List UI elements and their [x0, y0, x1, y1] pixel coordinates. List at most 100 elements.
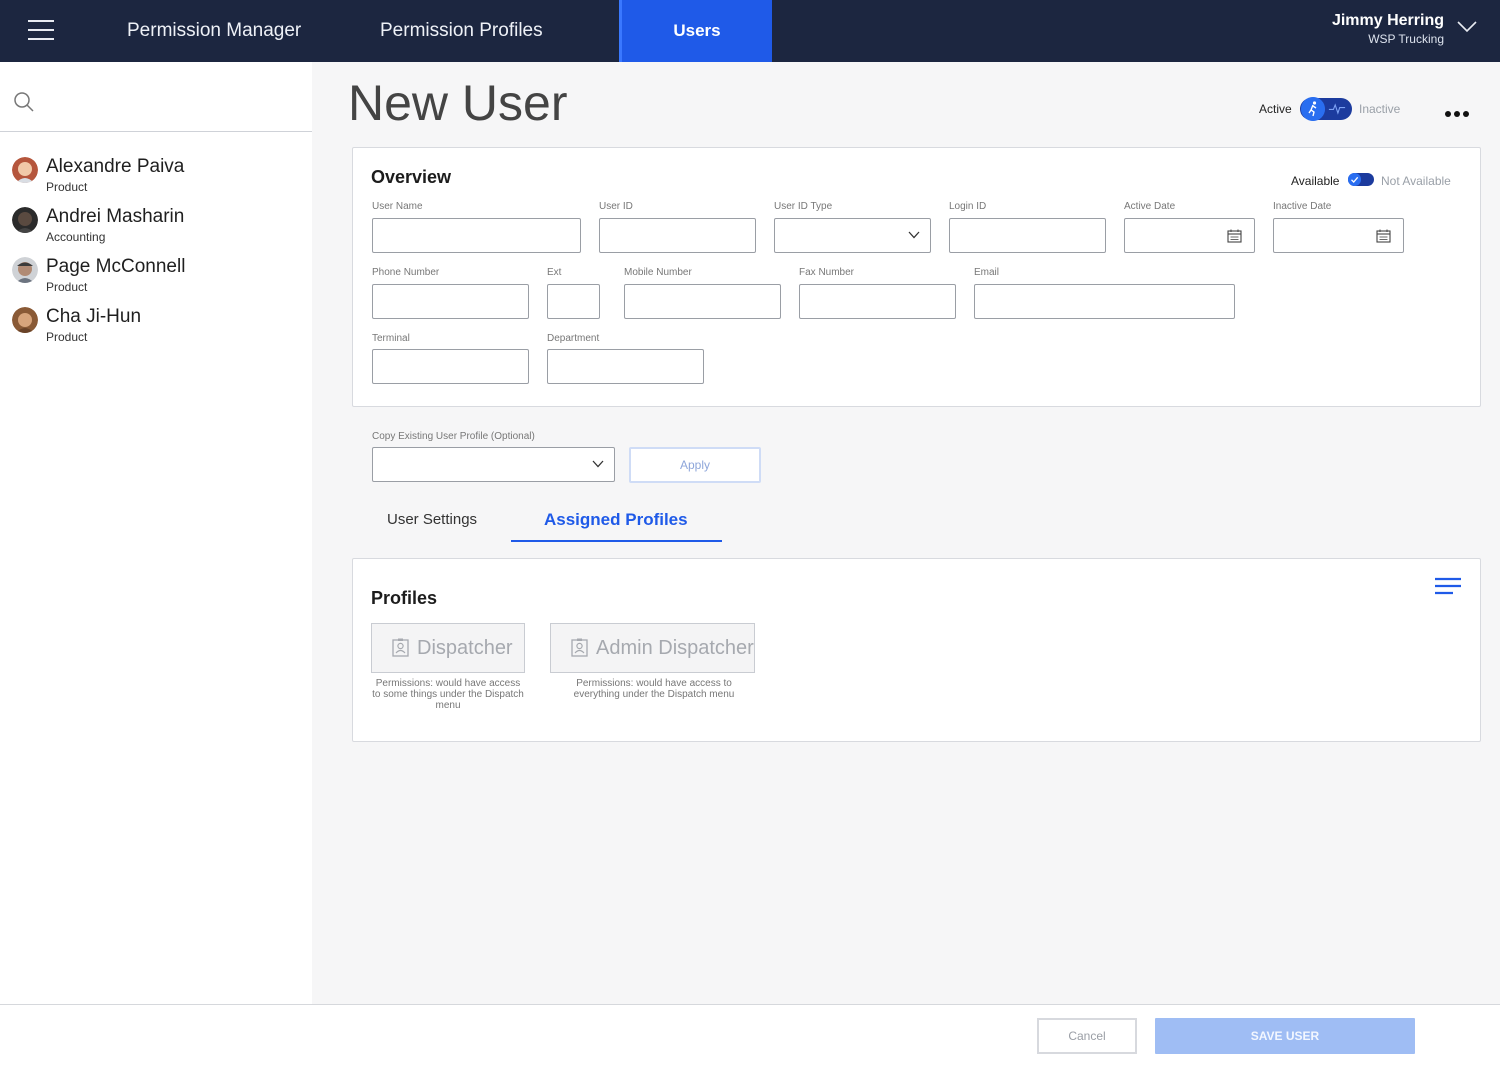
cancel-button[interactable]: Cancel	[1037, 1018, 1137, 1054]
tab-user-settings[interactable]: User Settings	[387, 511, 477, 528]
available-label: Available	[1291, 174, 1340, 188]
terminal-field[interactable]	[372, 349, 529, 384]
user-id-input[interactable]	[600, 219, 755, 252]
profile-chip-dispatcher[interactable]: Dispatcher	[371, 623, 525, 673]
list-item[interactable]: Page McConnell Product	[0, 254, 312, 304]
list-item[interactable]: Alexandre Paiva Product	[0, 154, 312, 204]
page-title: New User	[348, 75, 568, 131]
user-department: Product	[46, 180, 88, 194]
mobile-number-label: Mobile Number	[624, 267, 692, 278]
user-id-type-select[interactable]	[774, 218, 931, 253]
current-user[interactable]: Jimmy Herring WSP Trucking	[1332, 12, 1444, 46]
check-icon	[1348, 173, 1361, 186]
apply-button[interactable]: Apply	[629, 447, 761, 483]
nav-permission-manager[interactable]: Permission Manager	[127, 0, 301, 62]
login-id-field[interactable]	[949, 218, 1106, 253]
search-bar	[0, 62, 312, 132]
fax-number-label: Fax Number	[799, 267, 855, 278]
profiles-card: Profiles Dispatcher Permissions: would h…	[352, 558, 1481, 742]
overview-title: Overview	[371, 167, 452, 187]
avatar	[12, 307, 38, 333]
current-user-name: Jimmy Herring	[1331, 12, 1444, 29]
inactive-date-field[interactable]	[1273, 218, 1404, 253]
chevron-down-icon[interactable]	[1456, 16, 1478, 38]
user-name: Page McConnell	[46, 256, 186, 277]
avatar	[12, 257, 38, 283]
active-tab-indicator	[511, 540, 722, 542]
search-input[interactable]	[44, 84, 294, 114]
current-user-company: WSP Trucking	[1368, 32, 1444, 46]
department-label: Department	[547, 333, 600, 344]
mobile-number-input[interactable]	[625, 285, 780, 318]
fax-number-field[interactable]	[799, 284, 956, 319]
footer-bar: Cancel SAVE USER	[0, 1004, 1500, 1067]
menu-icon[interactable]	[28, 20, 54, 40]
top-nav-bar: Permission Manager Permission Profiles U…	[0, 0, 1500, 62]
list-item[interactable]: Andrei Masharin Accounting	[0, 204, 312, 254]
user-name-field[interactable]	[372, 218, 581, 253]
login-id-label: Login ID	[949, 201, 987, 212]
active-date-field[interactable]	[1124, 218, 1255, 253]
user-id-field[interactable]	[599, 218, 756, 253]
mobile-number-field[interactable]	[624, 284, 781, 319]
email-label: Email	[974, 267, 1000, 278]
copy-profile-select[interactable]	[372, 447, 615, 482]
more-options-icon[interactable]	[1445, 104, 1475, 117]
terminal-input[interactable]	[373, 350, 528, 383]
user-name: Andrei Masharin	[46, 206, 185, 227]
status-inactive-label: Inactive	[1359, 102, 1401, 116]
calendar-icon[interactable]	[1227, 229, 1242, 243]
profile-chip-admin-dispatcher[interactable]: Admin Dispatcher	[550, 623, 755, 673]
chevron-down-icon	[908, 231, 920, 239]
phone-number-input[interactable]	[373, 285, 528, 318]
chevron-down-icon	[592, 460, 604, 468]
active-date-label: Active Date	[1124, 201, 1176, 212]
user-id-type-label: User ID Type	[774, 201, 833, 212]
list-item[interactable]: Cha Ji-Hun Product	[0, 304, 312, 354]
fax-number-input[interactable]	[800, 285, 955, 318]
overview-card: Overview Available Not Available User Na…	[352, 147, 1481, 407]
user-sidebar: Alexandre Paiva Product Andrei Masharin …	[0, 62, 312, 1004]
user-id-label: User ID	[599, 201, 633, 212]
list-icon[interactable]	[1435, 577, 1461, 595]
status-toggle[interactable]	[1300, 97, 1352, 121]
department-input[interactable]	[548, 350, 703, 383]
profile-description: Permissions: would have access to everyt…	[573, 678, 735, 700]
user-department: Product	[46, 280, 88, 294]
status-active-label: Active	[1259, 102, 1292, 116]
user-department: Product	[46, 330, 88, 344]
profile-description: Permissions: would have access to some t…	[372, 678, 524, 711]
login-id-input[interactable]	[950, 219, 1105, 252]
inactive-date-label: Inactive Date	[1273, 201, 1332, 212]
tab-assigned-profiles[interactable]: Assigned Profiles	[544, 510, 688, 530]
profile-name: Dispatcher	[417, 637, 513, 659]
email-input[interactable]	[975, 285, 1234, 318]
ext-input[interactable]	[548, 285, 599, 318]
availability-toggle[interactable]	[1348, 173, 1374, 186]
user-name: Cha Ji-Hun	[46, 306, 142, 327]
not-available-label: Not Available	[1381, 174, 1451, 188]
calendar-icon[interactable]	[1376, 229, 1391, 243]
profile-name: Admin Dispatcher	[596, 637, 754, 659]
email-field[interactable]	[974, 284, 1235, 319]
search-icon[interactable]	[13, 91, 35, 113]
nav-users[interactable]: Users	[619, 0, 772, 62]
id-badge-icon	[571, 638, 588, 657]
phone-number-field[interactable]	[372, 284, 529, 319]
user-name-input[interactable]	[373, 219, 580, 252]
department-field[interactable]	[547, 349, 704, 384]
copy-profile-label: Copy Existing User Profile (Optional)	[372, 431, 535, 442]
nav-permission-profiles[interactable]: Permission Profiles	[380, 0, 543, 62]
running-person-icon	[1301, 97, 1325, 121]
user-name-label: User Name	[372, 201, 423, 212]
save-user-button[interactable]: SAVE USER	[1155, 1018, 1415, 1054]
phone-number-label: Phone Number	[372, 267, 440, 278]
user-department: Accounting	[46, 230, 106, 244]
user-name: Alexandre Paiva	[46, 156, 185, 177]
id-badge-icon	[392, 638, 409, 657]
pulse-icon	[1328, 103, 1346, 115]
ext-field[interactable]	[547, 284, 600, 319]
terminal-label: Terminal	[372, 333, 410, 344]
ext-label: Ext	[547, 267, 562, 278]
user-list: Alexandre Paiva Product Andrei Masharin …	[0, 132, 312, 354]
